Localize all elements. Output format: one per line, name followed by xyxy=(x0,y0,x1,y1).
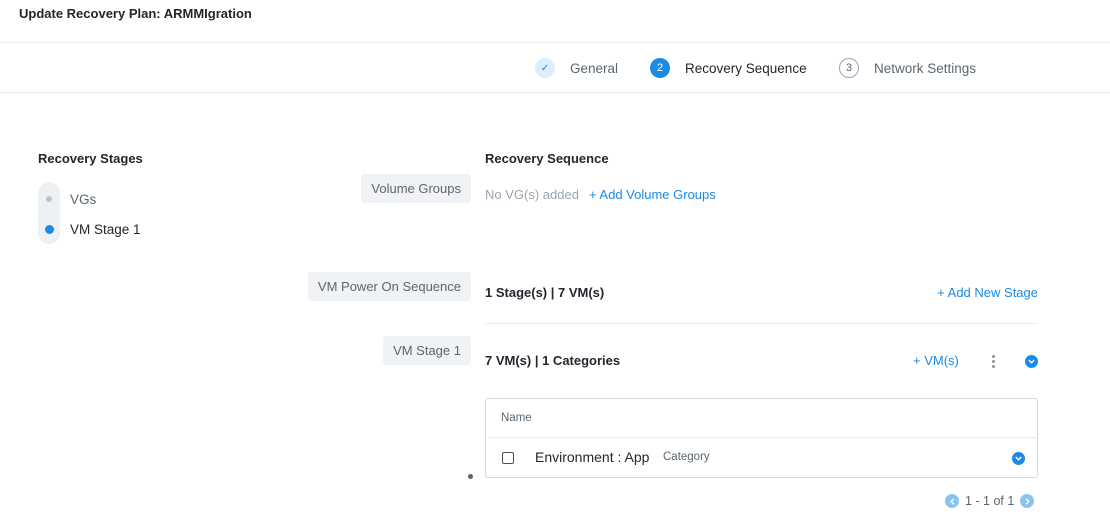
wizard-step-label: Network Settings xyxy=(874,60,977,76)
check-icon: ✓ xyxy=(535,58,555,78)
row-type-badge: Category xyxy=(663,451,710,463)
table-row: Environment : App Category xyxy=(486,438,1037,478)
row-name: Environment : App xyxy=(535,449,650,465)
drag-handle-dot xyxy=(468,474,473,479)
step-number-badge: 2 xyxy=(650,58,670,78)
stage-dot-icon xyxy=(38,196,60,202)
stage-item-vm-stage-1[interactable]: VM Stage 1 xyxy=(38,219,141,239)
add-vms-link[interactable]: + VM(s) xyxy=(913,353,959,368)
stage-item-label: VGs xyxy=(70,191,97,207)
wizard-step-label: General xyxy=(570,60,619,76)
add-new-stage-link[interactable]: + Add New Stage xyxy=(937,285,1038,300)
power-on-summary: 1 Stage(s) | 7 VM(s) xyxy=(485,285,605,300)
vm-stage-1-tag: VM Stage 1 xyxy=(383,336,471,365)
column-header-name: Name xyxy=(501,412,532,424)
page-title: Update Recovery Plan: ARMMIgration xyxy=(19,6,252,21)
add-volume-groups-link[interactable]: + Add Volume Groups xyxy=(589,187,716,202)
volume-groups-row: No VG(s) added + Add Volume Groups xyxy=(485,187,716,202)
vm-stage-summary: 7 VM(s) | 1 Categories xyxy=(485,353,621,368)
pagination: 1 - 1 of 1 xyxy=(945,493,1035,509)
recovery-sequence-title: Recovery Sequence xyxy=(485,151,609,166)
page-header: Update Recovery Plan: ARMMIgration xyxy=(0,0,1110,43)
no-vg-text: No VG(s) added xyxy=(485,187,579,202)
recovery-stages-title: Recovery Stages xyxy=(38,151,143,166)
wizard-step-recovery-sequence[interactable]: 2 Recovery Sequence xyxy=(650,58,807,78)
table-header: Name xyxy=(486,399,1037,438)
step-number-badge: 3 xyxy=(839,58,859,78)
chevron-left-icon[interactable] xyxy=(945,494,959,508)
vm-power-on-sequence-tag: VM Power On Sequence xyxy=(307,272,471,301)
stage-item-vgs[interactable]: VGs xyxy=(38,189,96,209)
chevron-right-icon[interactable] xyxy=(1020,494,1035,508)
chevron-down-icon[interactable] xyxy=(1025,355,1038,368)
stage-dot-icon xyxy=(38,224,60,234)
wizard-step-network-settings[interactable]: 3 Network Settings xyxy=(839,58,976,78)
chevron-down-icon[interactable] xyxy=(1012,452,1025,465)
pagination-text: 1 - 1 of 1 xyxy=(965,494,1015,508)
wizard-steps: ✓ General 2 Recovery Sequence 3 Network … xyxy=(0,43,1110,93)
volume-groups-tag: Volume Groups xyxy=(361,174,471,203)
wizard-step-label: Recovery Sequence xyxy=(685,60,807,76)
vm-stage-table: Name Environment : App Category xyxy=(485,398,1038,478)
divider xyxy=(485,323,1038,324)
wizard-step-general[interactable]: ✓ General xyxy=(535,58,618,78)
more-options-icon[interactable] xyxy=(987,352,999,370)
stage-item-label: VM Stage 1 xyxy=(70,221,141,237)
row-checkbox[interactable] xyxy=(502,452,514,464)
